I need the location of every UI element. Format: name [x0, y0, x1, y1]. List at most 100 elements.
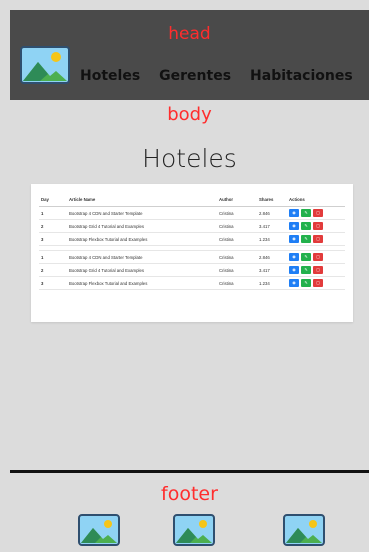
cell-author: Cristina [217, 263, 257, 277]
cell-day: 2 [39, 263, 67, 277]
table-row: 1 Bootstrap 4 CDN and Starter Template Cri… [39, 250, 345, 264]
page-title: Hoteles [142, 144, 237, 173]
eye-icon: ◉ [292, 280, 296, 285]
nav-gerentes[interactable]: Gerentes [159, 68, 231, 84]
col-header-day: Day [39, 192, 67, 207]
cell-article-name: Bootstrap 4 CDN and Starter Template [67, 206, 217, 220]
action-buttons: ◉ ✎ ▢ [289, 222, 343, 230]
action-buttons: ◉ ✎ ▢ [289, 235, 343, 243]
nav-hoteles[interactable]: Hoteles [80, 68, 140, 84]
head-region-label: head [168, 24, 211, 44]
edit-icon: ✎ [304, 236, 308, 241]
edit-button[interactable]: ✎ [301, 253, 311, 261]
cell-article-name: Bootstrap 4 CDN and Starter Template [67, 250, 217, 264]
page: head Hoteles Gerentes Habitaciones body … [0, 0, 369, 552]
cell-shares: 3.417 [257, 219, 287, 233]
col-header-author: Author [217, 192, 257, 207]
cell-author: Cristina [217, 276, 257, 290]
image-icon[interactable] [283, 514, 325, 546]
action-buttons: ◉ ✎ ▢ [289, 253, 343, 261]
view-button[interactable]: ◉ [289, 266, 299, 274]
image-icon[interactable] [78, 514, 120, 546]
cell-day: 2 [39, 219, 67, 233]
action-buttons: ◉ ✎ ▢ [289, 209, 343, 217]
action-buttons: ◉ ✎ ▢ [289, 266, 343, 274]
table-row: 3 Bootstrap Flexbox Tutorial and Examples… [39, 276, 345, 290]
image-icon[interactable] [173, 514, 215, 546]
cell-actions: ◉ ✎ ▢ [287, 276, 345, 290]
cell-article-name: Bootstrap Grid 4 Tutorial and Examples [67, 263, 217, 277]
delete-button[interactable]: ▢ [313, 209, 323, 217]
table-row: 2 Bootstrap Grid 4 Tutorial and Examples C… [39, 263, 345, 277]
cell-actions: ◉ ✎ ▢ [287, 263, 345, 277]
trash-icon: ▢ [316, 280, 320, 285]
cell-article-name: Bootstrap Flexbox Tutorial and Examples [67, 276, 217, 290]
header: head Hoteles Gerentes Habitaciones [10, 10, 369, 100]
edit-button[interactable]: ✎ [301, 266, 311, 274]
cell-author: Cristina [217, 219, 257, 233]
col-header-shares: Shares [257, 192, 287, 207]
body-region-label: body [167, 104, 212, 125]
cell-actions: ◉ ✎ ▢ [287, 232, 345, 246]
col-header-article-name: Article Name [67, 192, 217, 207]
articles-table: Day Article Name Author Shares Actions 1… [39, 192, 345, 290]
view-button[interactable]: ◉ [289, 253, 299, 261]
eye-icon: ◉ [292, 254, 296, 259]
edit-button[interactable]: ✎ [301, 222, 311, 230]
cell-shares: 3.417 [257, 263, 287, 277]
table-row: 3 Bootstrap Flexbox Tutorial and Examples… [39, 232, 345, 246]
footer-region-label: footer [161, 483, 218, 505]
edit-button[interactable]: ✎ [301, 279, 311, 287]
trash-icon: ▢ [316, 267, 320, 272]
edit-icon: ✎ [304, 267, 308, 272]
cell-shares: 1.234 [257, 276, 287, 290]
cell-day: 3 [39, 276, 67, 290]
cell-author: Cristina [217, 206, 257, 220]
cell-day: 3 [39, 232, 67, 246]
col-header-actions: Actions [287, 192, 345, 207]
cell-author: Cristina [217, 250, 257, 264]
cell-day: 1 [39, 250, 67, 264]
cell-day: 1 [39, 206, 67, 220]
eye-icon: ◉ [292, 267, 296, 272]
trash-icon: ▢ [316, 223, 320, 228]
footer: footer [10, 473, 369, 552]
table-header-row: Day Article Name Author Shares Actions [39, 192, 345, 207]
cell-shares: 1.234 [257, 232, 287, 246]
cell-article-name: Bootstrap Grid 4 Tutorial and Examples [67, 219, 217, 233]
logo-image-icon[interactable] [20, 46, 70, 84]
delete-button[interactable]: ▢ [313, 222, 323, 230]
trash-icon: ▢ [316, 254, 320, 259]
main-nav: Hoteles Gerentes Habitaciones [80, 68, 353, 84]
edit-button[interactable]: ✎ [301, 235, 311, 243]
cell-article-name: Bootstrap Flexbox Tutorial and Examples [67, 232, 217, 246]
edit-icon: ✎ [304, 223, 308, 228]
delete-button[interactable]: ▢ [313, 253, 323, 261]
table-card: Day Article Name Author Shares Actions 1… [31, 184, 353, 322]
view-button[interactable]: ◉ [289, 279, 299, 287]
edit-icon: ✎ [304, 254, 308, 259]
edit-button[interactable]: ✎ [301, 209, 311, 217]
eye-icon: ◉ [292, 236, 296, 241]
view-button[interactable]: ◉ [289, 235, 299, 243]
delete-button[interactable]: ▢ [313, 266, 323, 274]
delete-button[interactable]: ▢ [313, 279, 323, 287]
cell-shares: 2.846 [257, 206, 287, 220]
eye-icon: ◉ [292, 223, 296, 228]
edit-icon: ✎ [304, 280, 308, 285]
cell-actions: ◉ ✎ ▢ [287, 250, 345, 264]
delete-button[interactable]: ▢ [313, 235, 323, 243]
cell-actions: ◉ ✎ ▢ [287, 219, 345, 233]
body-section: body Hoteles Day Article Name Author Sha… [10, 100, 369, 470]
nav-habitaciones[interactable]: Habitaciones [250, 68, 353, 84]
view-button[interactable]: ◉ [289, 209, 299, 217]
trash-icon: ▢ [316, 236, 320, 241]
view-button[interactable]: ◉ [289, 222, 299, 230]
table-row: 1 Bootstrap 4 CDN and Starter Template Cri… [39, 206, 345, 220]
action-buttons: ◉ ✎ ▢ [289, 279, 343, 287]
cell-actions: ◉ ✎ ▢ [287, 206, 345, 220]
cell-author: Cristina [217, 232, 257, 246]
cell-shares: 2.846 [257, 250, 287, 264]
trash-icon: ▢ [316, 210, 320, 215]
table-row: 2 Bootstrap Grid 4 Tutorial and Examples C… [39, 219, 345, 233]
